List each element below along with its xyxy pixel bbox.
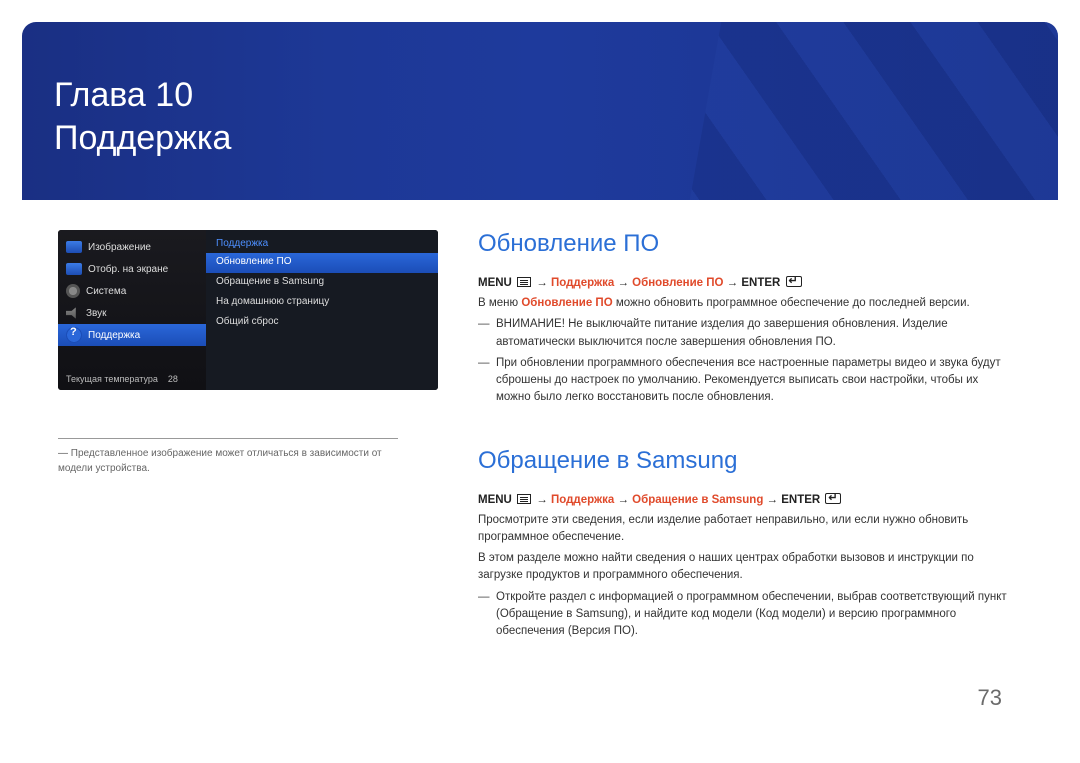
osd-item-label: Поддержка	[88, 330, 140, 341]
content-area: Изображение Отобр. на экране Система Зву…	[22, 200, 1058, 230]
osd-menu-screenshot: Изображение Отобр. на экране Система Зву…	[58, 230, 438, 390]
osd-sub-item: Общий сброс	[206, 313, 438, 333]
enter-icon	[786, 276, 802, 287]
gear-icon	[66, 284, 80, 298]
path-accent: Обращение в Samsung	[632, 494, 763, 506]
note-model-version: Откройте раздел с информацией о программ…	[478, 589, 1008, 641]
left-column: Изображение Отобр. на экране Система Зву…	[58, 230, 438, 476]
osd-item-label: Изображение	[88, 242, 151, 253]
note-accent: Версия ПО	[572, 625, 631, 637]
body-text: можно обновить программное обеспечение д…	[613, 297, 970, 309]
osd-temp-value: 28	[168, 374, 178, 384]
osd-item-label: Звук	[86, 308, 107, 319]
chapter-title: Глава 10 Поддержка	[54, 74, 231, 159]
osd-item-onscreen: Отобр. на экране	[58, 258, 206, 280]
menu-path-contact: MENU → Поддержка → Обращение в Samsung →…	[478, 493, 1008, 506]
chapter-header: Глава 10 Поддержка	[22, 22, 1058, 200]
osd-temp-label: Текущая температура	[66, 374, 158, 384]
body-paragraph: Просмотрите эти сведения, если изделие р…	[478, 512, 1008, 547]
path-text: →	[533, 277, 551, 289]
note-accent: Обращение в Samsung	[500, 608, 624, 620]
help-icon	[66, 327, 82, 343]
osd-item-sound: Звук	[58, 302, 206, 324]
right-column: Обновление ПО MENU → Поддержка → Обновле…	[478, 230, 1008, 644]
osd-sub-item: Обновление ПО	[206, 253, 438, 273]
path-accent: Обновление ПО	[632, 277, 723, 289]
page-number: 73	[978, 685, 1002, 711]
osd-sub-item: Обращение в Samsung	[206, 273, 438, 293]
body-paragraph: В меню Обновление ПО можно обновить прог…	[478, 295, 1008, 312]
picture-icon	[66, 263, 82, 275]
path-text: →	[614, 494, 632, 506]
body-text: В меню	[478, 297, 521, 309]
section-title-update: Обновление ПО	[478, 230, 1008, 258]
body-accent: Обновление ПО	[521, 297, 612, 309]
path-text: →	[533, 494, 551, 506]
path-text: MENU	[478, 494, 515, 506]
note-accent: Код модели	[759, 608, 822, 620]
image-footnote: Представленное изображение может отличат…	[58, 438, 398, 476]
path-text: → ENTER	[723, 277, 783, 289]
osd-item-label: Система	[86, 286, 126, 297]
path-text: MENU	[478, 277, 515, 289]
osd-sub-item: На домашнюю страницу	[206, 293, 438, 313]
menu-path-update: MENU → Поддержка → Обновление ПО → ENTER	[478, 276, 1008, 289]
osd-temperature: Текущая температура 28	[66, 374, 178, 384]
note-text: ), и найдите код модели (	[624, 608, 759, 620]
manual-page: Глава 10 Поддержка Изображение Отобр. на…	[22, 22, 1058, 741]
path-accent: Поддержка	[551, 494, 614, 506]
picture-icon	[66, 241, 82, 253]
osd-item-label: Отобр. на экране	[88, 264, 168, 275]
path-text: →	[614, 277, 632, 289]
sound-icon	[66, 306, 80, 320]
osd-right-heading: Поддержка	[206, 236, 438, 253]
path-text: → ENTER	[763, 494, 823, 506]
osd-item-picture: Изображение	[58, 236, 206, 258]
body-paragraph: В этом разделе можно найти сведения о на…	[478, 550, 1008, 585]
enter-icon	[825, 493, 841, 504]
section-title-contact: Обращение в Samsung	[478, 447, 1008, 475]
path-accent: Поддержка	[551, 277, 614, 289]
note-text: ).	[631, 625, 638, 637]
chapter-line-2: Поддержка	[54, 119, 231, 157]
osd-left-pane: Изображение Отобр. на экране Система Зву…	[58, 230, 206, 390]
menu-icon	[517, 494, 531, 504]
menu-icon	[517, 277, 531, 287]
osd-right-pane: Поддержка Обновление ПО Обращение в Sams…	[206, 230, 438, 390]
osd-item-system: Система	[58, 280, 206, 302]
osd-item-support: Поддержка	[58, 324, 206, 346]
note-settings-reset: При обновлении программного обеспечения …	[478, 355, 1008, 407]
chapter-line-1: Глава 10	[54, 76, 193, 114]
note-warning: ВНИМАНИЕ! Не выключайте питание изделия …	[478, 316, 1008, 351]
